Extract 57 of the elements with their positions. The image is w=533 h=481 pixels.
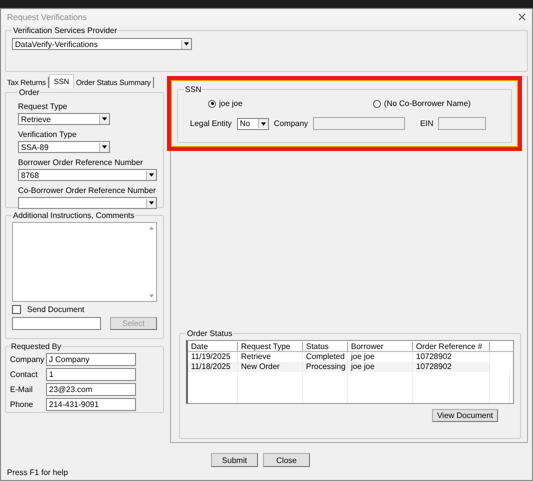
group-title: Order Status [186,329,234,338]
file-field[interactable] [12,317,101,330]
view-document-button[interactable]: View Document [432,409,498,422]
group-title: Verification Services Provider [12,26,118,35]
company-field[interactable] [313,117,406,130]
dropdown[interactable]: 8768 [18,169,157,181]
field-label: Contact [10,370,39,379]
status-text: Press F1 for help [6,468,69,479]
field-label: Verification Type [18,130,78,139]
dropdown-arrow-icon[interactable] [146,198,156,208]
group-title: Additional Instructions, Comments [12,211,136,220]
dropdown-arrow-icon[interactable] [181,40,191,48]
column-header[interactable]: Status [303,342,348,350]
table-cell: New Order [238,362,303,372]
column-header[interactable]: Order Reference # [413,342,490,350]
dropdown-arrow-icon[interactable] [99,114,109,124]
field-label: Company [274,119,308,128]
group-title: SSN [184,85,202,94]
field-label: Company [10,355,46,364]
field-label: EIN [420,119,434,128]
radio-button[interactable] [208,100,216,108]
field-label: Request Type [18,102,68,111]
input-field[interactable]: J Company [46,353,136,366]
checkbox[interactable] [12,305,21,314]
radio-label: joe joe [219,99,243,108]
provider-dropdown[interactable]: DataVerify-Verifications [12,38,192,50]
window-title: Request Verifications [7,12,87,22]
dropdown[interactable]: SSA-89 [18,141,110,153]
table-cell: 11/18/2025 [188,362,238,372]
ein-field[interactable] [438,117,486,130]
group-title: Requested By [10,342,62,351]
table-cell: Processing [303,362,348,372]
legal-entity-dropdown[interactable]: No [236,118,269,130]
dialog-button[interactable]: Close [263,453,310,467]
column-header[interactable]: Borrower [348,342,413,350]
column-header[interactable]: Request Type [238,342,303,350]
dropdown-arrow-icon[interactable] [146,170,156,180]
table-cell: 10728902 [413,362,490,372]
column-header[interactable]: Date [188,342,238,350]
checkbox-label: Send Document [27,305,84,314]
field-label: Legal Entity [190,119,232,128]
radio-button[interactable] [373,100,381,108]
radio-label: (No Co-Borrower Name) [384,99,471,108]
field-label: Phone [10,400,34,409]
close-icon[interactable] [518,13,526,21]
input-field[interactable]: 1 [46,368,136,381]
group-title: Order [18,88,40,97]
dropdown[interactable]: Retrieve [18,113,110,125]
dropdown-arrow-icon[interactable] [258,119,268,128]
field-label: E-Mail [10,385,34,394]
input-field[interactable]: 23@23.com [46,383,136,396]
table-cell: joe joe [348,362,413,372]
field-label: Borrower Order Reference Number [18,158,144,167]
dropdown-arrow-icon[interactable] [99,142,109,152]
field-label: Co-Borrower Order Reference Number [18,186,157,195]
dialog-button[interactable]: Submit [211,453,258,467]
input-field[interactable]: 214-431-9091 [46,398,136,411]
